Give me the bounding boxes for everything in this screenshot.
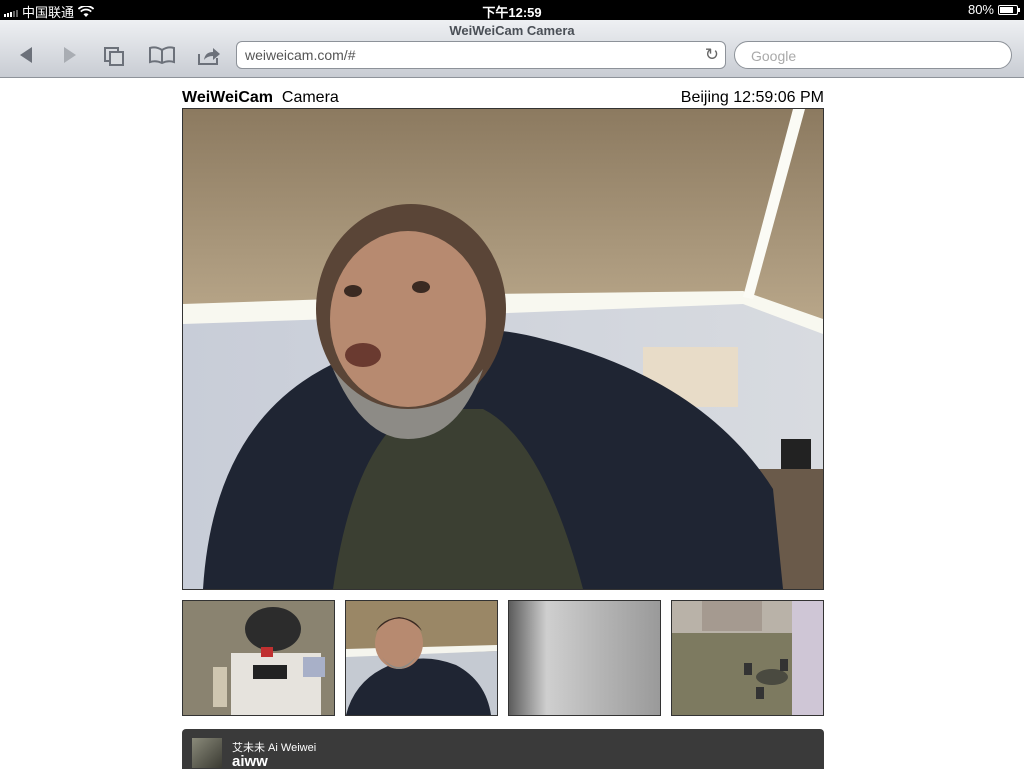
- address-bar[interactable]: weiweicam.com/# ↻: [236, 41, 726, 69]
- share-button[interactable]: [195, 46, 223, 68]
- status-right: 80%: [967, 2, 1020, 17]
- main-camera-view: [182, 108, 824, 590]
- forward-arrow-icon: [64, 47, 76, 63]
- main-camera-image: [183, 109, 823, 589]
- camera-thumb-portrait[interactable]: [345, 600, 498, 716]
- beijing-clock: Beijing 12:59:06 PM: [680, 89, 824, 106]
- status-time: 下午12:59: [482, 5, 542, 20]
- camera-thumb-courtyard[interactable]: [671, 600, 824, 716]
- page-title: WeiWeiCam Camera: [449, 23, 575, 38]
- camera-thumb-wall[interactable]: [508, 600, 661, 716]
- status-bar: 中国联通 下午12:59 80%: [0, 0, 1024, 20]
- reload-icon[interactable]: ↻: [705, 45, 719, 65]
- share-icon: [198, 48, 220, 65]
- pages-icon: [104, 47, 124, 66]
- site-brand: WeiWeiCam: [182, 89, 273, 106]
- browser-toolbar: WeiWeiCam Camera weiweicam.com/# ↻: [0, 20, 1024, 78]
- forward-button[interactable]: [56, 46, 84, 68]
- camera-thumb-desk[interactable]: [182, 600, 335, 716]
- battery-icon: [998, 4, 1020, 15]
- profile-handle[interactable]: aiww: [232, 753, 268, 770]
- wall-camera-image: [509, 601, 660, 715]
- camera-header: WeiWeiCam Camera Beijing 12:59:06 PM: [182, 89, 824, 107]
- pages-button[interactable]: [100, 46, 128, 68]
- back-arrow-icon: [20, 47, 32, 63]
- back-button[interactable]: [12, 46, 40, 68]
- battery-percent: 80%: [967, 2, 994, 17]
- courtyard-camera-image: [672, 601, 823, 715]
- desk-camera-image: [183, 601, 334, 715]
- portrait-camera-image: [346, 601, 497, 715]
- search-field[interactable]: [734, 41, 1012, 69]
- search-input[interactable]: [749, 47, 993, 65]
- battery-fill: [1000, 6, 1013, 13]
- url-text: weiweicam.com/#: [245, 47, 356, 63]
- bookmarks-button[interactable]: [148, 46, 176, 68]
- site-subtitle: Camera: [281, 89, 339, 106]
- avatar: [192, 738, 222, 768]
- profile-footer[interactable]: 艾未未 Ai Weiwei aiww: [182, 729, 824, 770]
- bookmarks-icon: [149, 46, 175, 65]
